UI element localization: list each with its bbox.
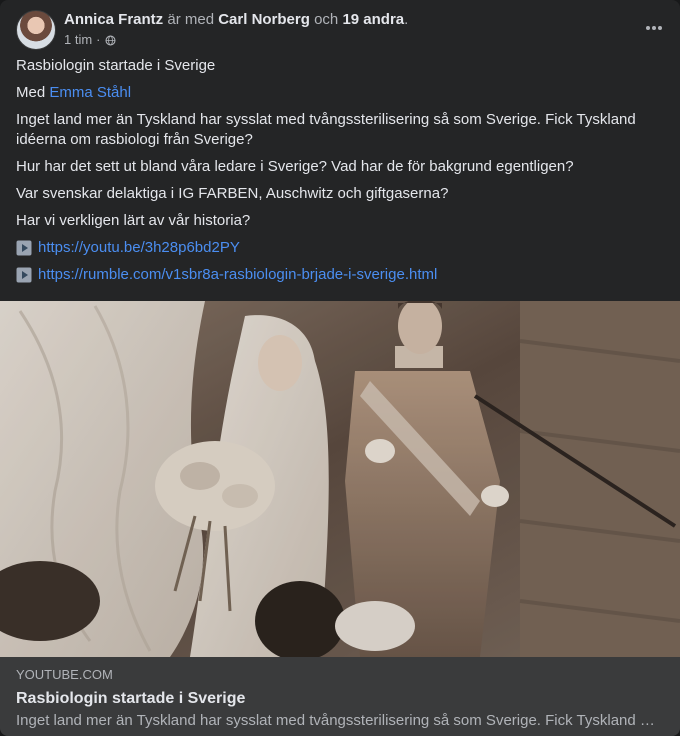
- facebook-post-card: Annica Frantz är med Carl Norberg och 19…: [0, 0, 680, 736]
- link-preview-caption[interactable]: YOUTUBE.COM Rasbiologin startade i Sveri…: [0, 657, 680, 736]
- wedding-photo-image: [0, 301, 680, 657]
- and-text: och: [314, 11, 339, 28]
- post-meta: 1 tim ·: [64, 32, 408, 48]
- others-count[interactable]: 19 andra: [342, 11, 404, 28]
- more-dots-icon: [646, 26, 662, 30]
- rumble-link-row: https://rumble.com/v1sbr8a-rasbiologin-b…: [16, 265, 664, 285]
- author-line: Annica Frantz är med Carl Norberg och 19…: [64, 11, 408, 29]
- post-title-line: Rasbiologin startade i Sverige: [16, 57, 216, 74]
- paragraph-4: Har vi verkligen lärt av vår historia?: [16, 212, 251, 229]
- youtube-url-link[interactable]: https://youtu.be/3h28p6bd2PY: [38, 238, 240, 258]
- paragraph-1: Inget land mer än Tyskland har sysslat m…: [16, 111, 636, 148]
- meta-separator: ·: [96, 32, 101, 47]
- preview-domain: YOUTUBE.COM: [16, 667, 113, 682]
- more-options-button[interactable]: [640, 14, 668, 42]
- with-prefix: Med: [16, 84, 46, 101]
- video-play-icon: [16, 240, 32, 256]
- preview-description: Inget land mer än Tyskland har sysslat m…: [16, 712, 655, 729]
- youtube-link-row: https://youtu.be/3h28p6bd2PY: [16, 238, 664, 258]
- paragraph-2: Hur har det sett ut bland våra ledare i …: [16, 158, 574, 175]
- author-avatar[interactable]: [16, 10, 56, 50]
- rumble-url-link[interactable]: https://rumble.com/v1sbr8a-rasbiologin-b…: [38, 265, 437, 285]
- period-text: .: [404, 11, 409, 28]
- post-text: Rasbiologin startade i Sverige Med Emma …: [16, 56, 664, 292]
- tagged-person[interactable]: Carl Norberg: [218, 11, 310, 28]
- author-info: Annica Frantz är med Carl Norberg och 19…: [64, 10, 408, 48]
- with-person-line: Med Emma Ståhl: [16, 83, 664, 103]
- timestamp[interactable]: 1 tim: [64, 32, 92, 48]
- post-header: Annica Frantz är med Carl Norberg och 19…: [16, 10, 664, 54]
- with-person-link[interactable]: Emma Ståhl: [49, 84, 131, 101]
- globe-icon[interactable]: [104, 34, 116, 46]
- link-preview-image[interactable]: [0, 301, 680, 657]
- with-text: är med: [167, 11, 215, 28]
- author-name[interactable]: Annica Frantz: [64, 11, 163, 28]
- video-play-icon: [16, 267, 32, 283]
- preview-title[interactable]: Rasbiologin startade i Sverige: [16, 689, 664, 709]
- paragraph-3: Var svenskar delaktiga i IG FARBEN, Ausc…: [16, 185, 449, 202]
